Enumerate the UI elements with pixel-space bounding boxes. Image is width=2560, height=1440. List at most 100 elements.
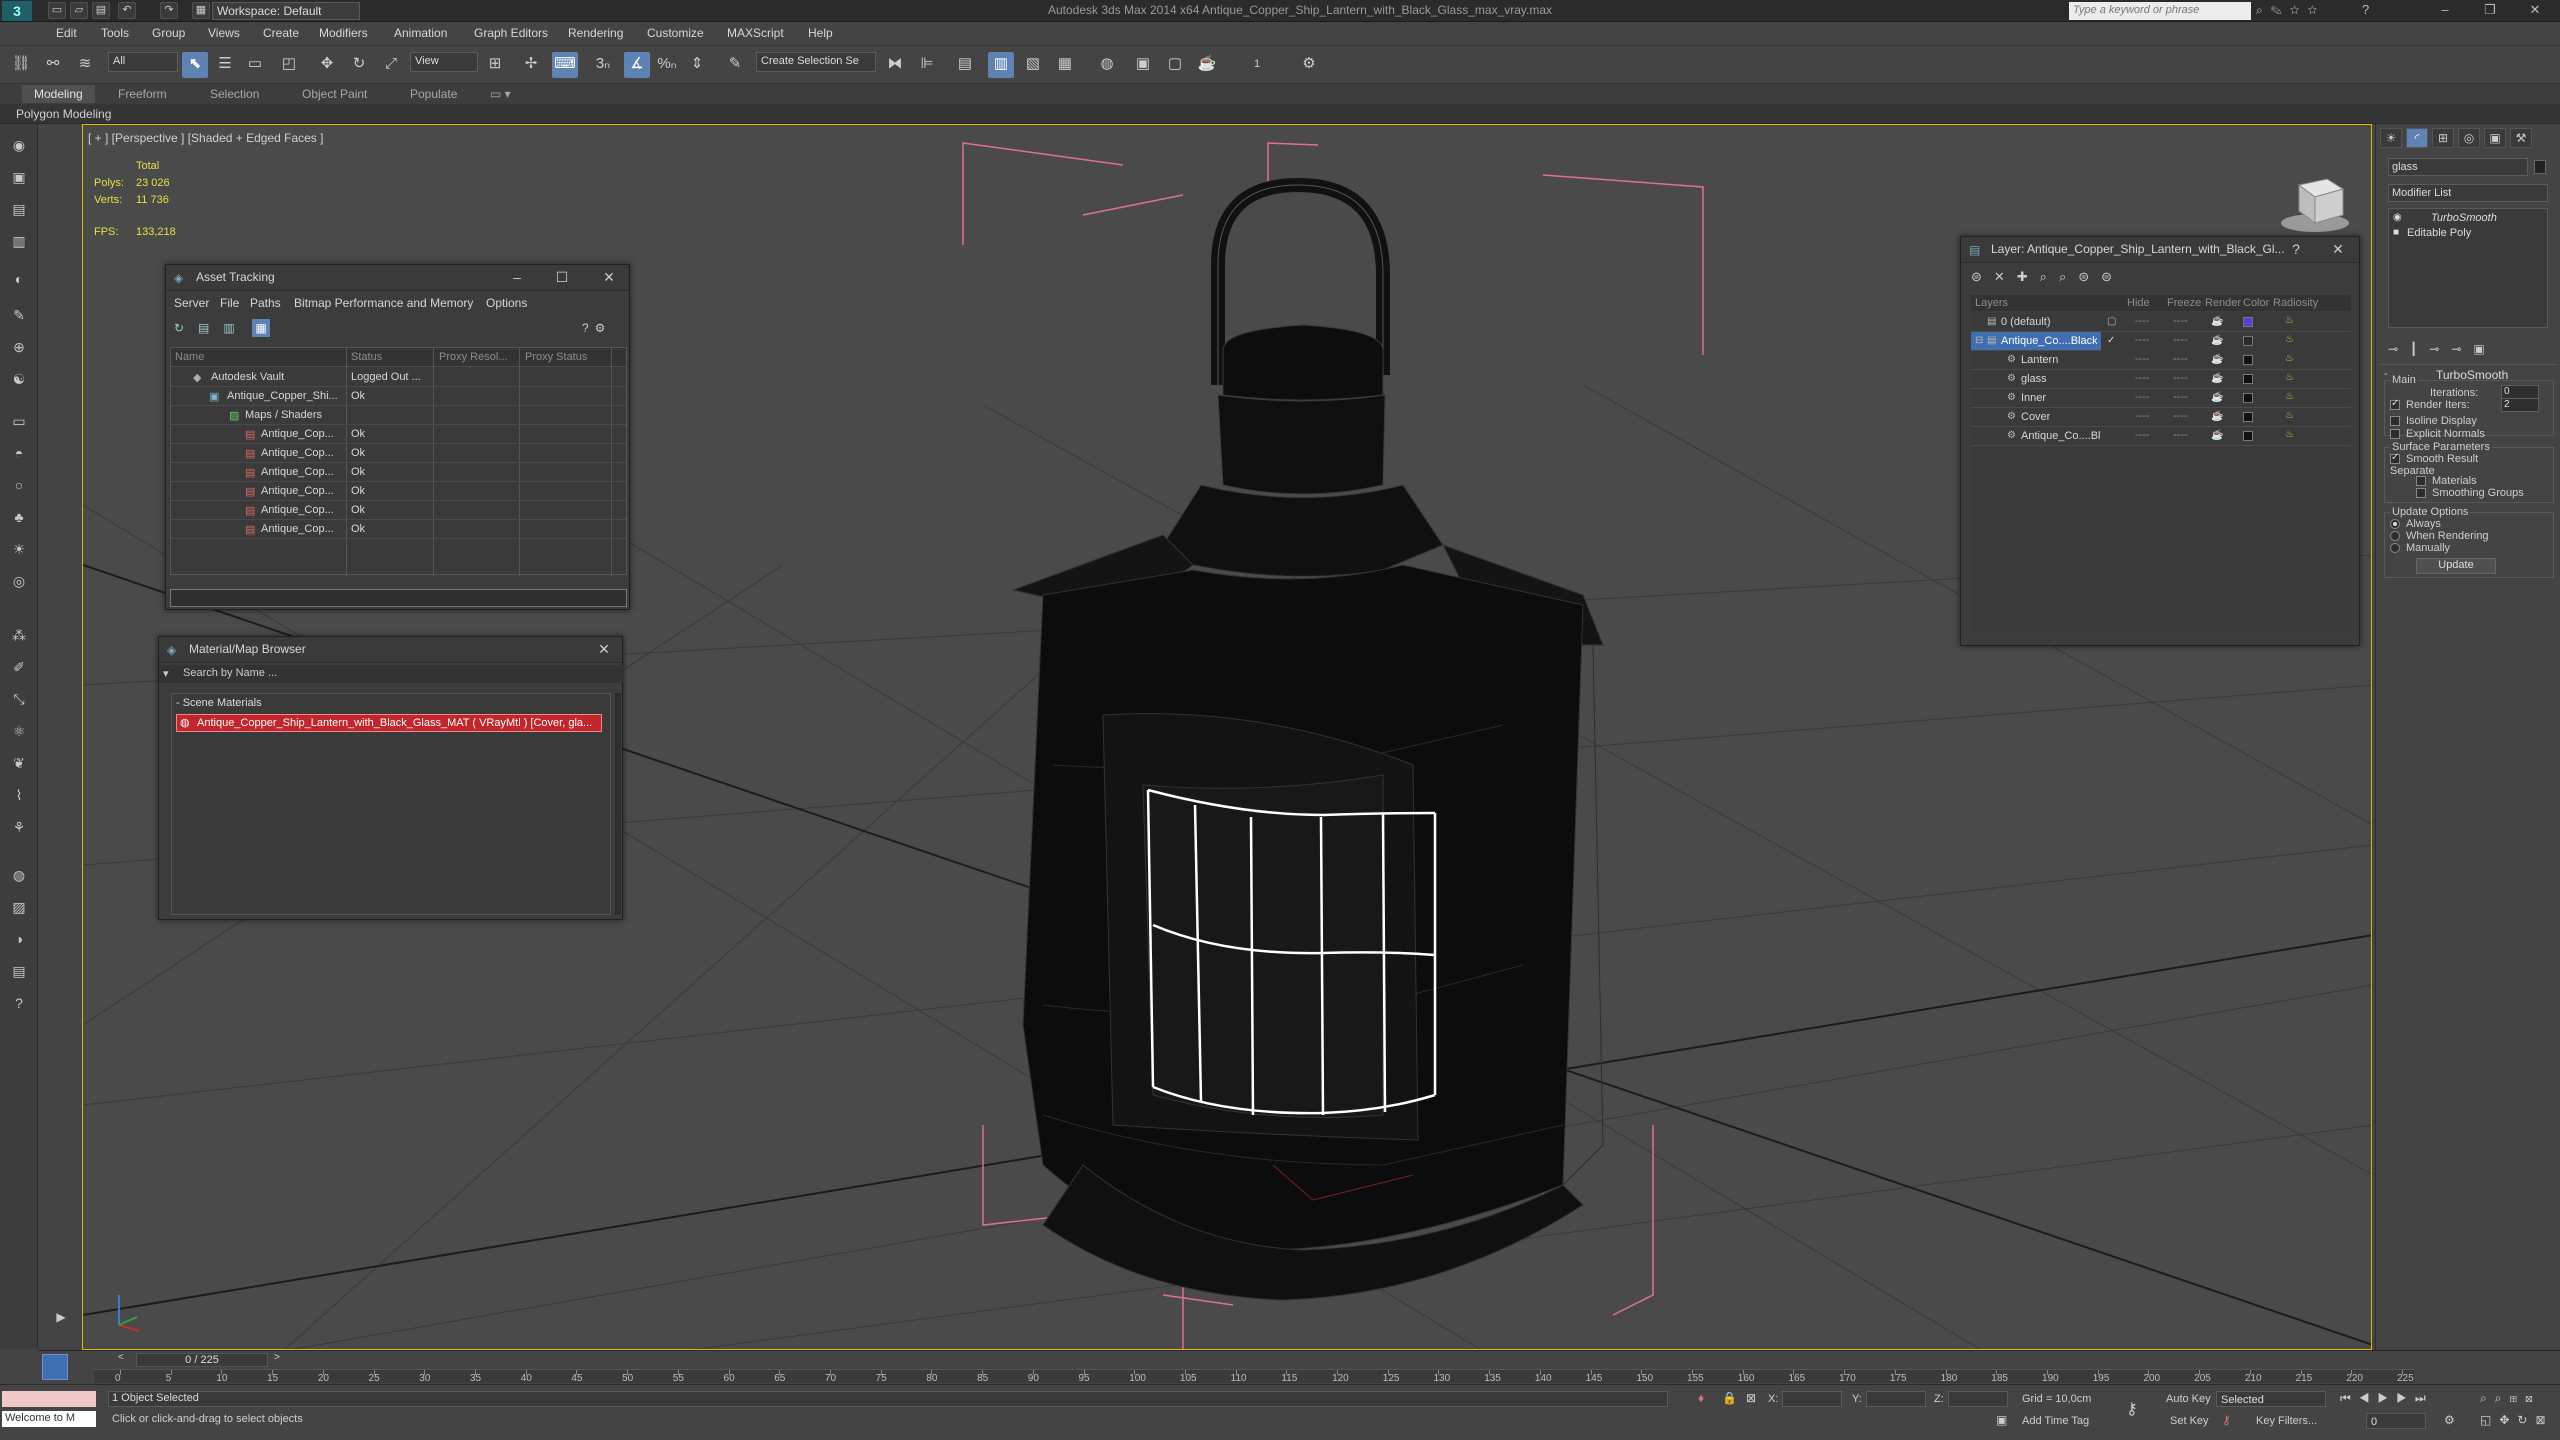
close-icon[interactable]: ✕: [2327, 241, 2349, 258]
isolate-icon[interactable]: ♦: [1698, 1391, 1704, 1405]
radiosity-icon[interactable]: ♨: [2285, 353, 2294, 364]
create-box-icon[interactable]: ▣: [7, 166, 31, 188]
col-hide[interactable]: Hide: [2127, 297, 2150, 309]
stack-item-editable-poly[interactable]: Editable Poly: [2407, 227, 2471, 239]
smooth-result-checkbox[interactable]: [2390, 452, 2400, 464]
select-manipulate-icon[interactable]: ✢: [518, 52, 544, 78]
vray-frame-buffer-icon[interactable]: ⚙: [1296, 52, 1322, 78]
col-freeze[interactable]: Freeze: [2167, 297, 2201, 309]
dropdown-arrow-icon[interactable]: ▾: [163, 667, 169, 680]
always-radio[interactable]: [2390, 519, 2400, 529]
radiosity-icon[interactable]: ♨: [2285, 372, 2294, 383]
help-icon[interactable]: ?: [2285, 241, 2307, 257]
object-name-field[interactable]: glass: [2388, 158, 2528, 176]
helper-icon[interactable]: ⊕: [7, 336, 31, 358]
angle-snap-icon[interactable]: ∡: [624, 52, 650, 78]
radiosity-icon[interactable]: ♨: [2285, 391, 2294, 402]
particles-icon[interactable]: ⁂: [7, 624, 31, 646]
radiosity-icon[interactable]: ♨: [2285, 334, 2294, 345]
selection-filter-dropdown[interactable]: All: [108, 52, 178, 72]
maxscript-listener[interactable]: Welcome to M: [2, 1411, 96, 1427]
graphite-ribbon-icon[interactable]: ▥: [988, 52, 1014, 78]
schematic-view-icon[interactable]: ▦: [1052, 52, 1078, 78]
time-config-icon[interactable]: ⚙: [2444, 1413, 2459, 1427]
scene-explorer-icon[interactable]: ◑: [7, 928, 31, 950]
select-object-icon[interactable]: ⬉: [182, 52, 208, 78]
viewport-label[interactable]: [ + ] [Perspective ] [Shaded + Edged Fac…: [88, 131, 323, 145]
menu-views[interactable]: Views: [208, 26, 240, 40]
render-teapot-icon[interactable]: ☕: [2211, 392, 2223, 403]
sun-icon[interactable]: ☀: [7, 538, 31, 560]
set-key-button[interactable]: Set Key: [2170, 1415, 2209, 1427]
radiosity-icon[interactable]: ♨: [2285, 410, 2294, 421]
material-search-input[interactable]: Search by Name ...: [183, 667, 277, 679]
hide-toggle[interactable]: ----: [2135, 429, 2150, 441]
slider-left-icon[interactable]: <: [118, 1352, 124, 1363]
viewport-nav-icons[interactable]: ⌕⌕⊞⊠: [2480, 1391, 2541, 1406]
stack-icon[interactable]: ▥: [7, 230, 31, 252]
viewport-nav-icons-2[interactable]: ◱✥↻⊠: [2480, 1413, 2554, 1427]
menu-help[interactable]: Help: [808, 26, 833, 40]
freeze-toggle[interactable]: ----: [2173, 315, 2188, 327]
select-by-name-icon[interactable]: ☰: [212, 52, 238, 78]
set-key-icon[interactable]: ⚷: [2222, 1413, 2231, 1427]
isoline-checkbox[interactable]: [2390, 416, 2400, 426]
track-bar[interactable]: 0 5 10 15 20 25 30 35 40 45 50 55 60 65 70 75 80 85 90 95 10…: [94, 1369, 2414, 1384]
auto-key-button[interactable]: Auto Key: [2166, 1393, 2211, 1405]
render-setup-icon[interactable]: ▣: [1130, 52, 1156, 78]
tab-selection[interactable]: Selection: [210, 87, 259, 101]
current-frame-field[interactable]: 0: [2366, 1413, 2426, 1429]
ref-coord-dropdown[interactable]: View: [410, 52, 478, 72]
scale-icon[interactable]: ⤢: [378, 52, 404, 78]
menu-animation[interactable]: Animation: [394, 26, 447, 40]
rollout-minus-icon[interactable]: -: [2384, 368, 2388, 380]
sphere-icon[interactable]: ○: [7, 474, 31, 496]
move-icon[interactable]: ✥: [314, 52, 340, 78]
layer-color-swatch[interactable]: [2243, 355, 2253, 365]
maxscript-listener-top[interactable]: [2, 1391, 96, 1407]
tab-freeform[interactable]: Freeform: [118, 87, 167, 101]
paint-icon[interactable]: ✐: [7, 656, 31, 678]
asset-help-icons[interactable]: ?⚙: [582, 321, 611, 335]
render-teapot-icon[interactable]: ☕: [2211, 354, 2223, 365]
curve-editor-icon[interactable]: ▧: [1020, 52, 1046, 78]
layer-color-swatch[interactable]: [2243, 336, 2253, 346]
stack-tools-icons[interactable]: ⊸┃⊸⊸▣: [2388, 342, 2497, 356]
key-mode-dropdown[interactable]: Selected: [2216, 1391, 2326, 1407]
bind-spacewarp-icon[interactable]: ≋: [72, 52, 98, 78]
undo-icon[interactable]: ↶: [118, 2, 136, 19]
hierarchy-tab-icon[interactable]: ⊞: [2432, 128, 2454, 148]
col-proxy-res[interactable]: Proxy Resol...: [439, 351, 507, 363]
absolute-mode-icon[interactable]: ⊠: [1746, 1391, 1756, 1405]
menu-graph-editors[interactable]: Graph Editors: [474, 26, 548, 40]
leaf-icon[interactable]: ❦: [7, 752, 31, 774]
lightbulb-icon[interactable]: ◉: [2393, 212, 2402, 223]
menu-tools[interactable]: Tools: [101, 26, 129, 40]
col-proxy-status[interactable]: Proxy Status: [525, 351, 587, 363]
render-teapot-icon[interactable]: ☕: [2211, 316, 2223, 327]
x-coord-field[interactable]: [1782, 1391, 1842, 1407]
when-rendering-radio[interactable]: [2390, 531, 2400, 541]
eye-icon[interactable]: ◉: [7, 134, 31, 156]
time-slider[interactable]: 0 / 225: [136, 1353, 268, 1367]
search-tools-icons[interactable]: ⌕✎☆☆: [2256, 3, 2325, 18]
expand-icon[interactable]: ⊟: [1975, 335, 1983, 346]
layer-icon[interactable]: ▤: [7, 198, 31, 220]
hide-toggle[interactable]: ----: [2135, 353, 2150, 365]
asset-toolbar-icons[interactable]: ↻▤▥: [174, 321, 249, 335]
play-mini-icon[interactable]: ▶: [50, 1310, 72, 1332]
keyboard-shortcut-override-icon[interactable]: ⌨: [552, 52, 578, 78]
spinner-snap-icon[interactable]: ⇕: [684, 52, 710, 78]
named-selection-set-dropdown[interactable]: Create Selection Se: [756, 52, 876, 72]
menu-modifiers[interactable]: Modifiers: [319, 26, 368, 40]
render-iters-checkbox[interactable]: [2390, 398, 2400, 410]
tab-modeling[interactable]: Modeling: [22, 85, 95, 103]
explicit-normals-checkbox[interactable]: [2390, 429, 2400, 439]
lock-selection-icon[interactable]: 🔒: [1722, 1391, 1737, 1405]
manually-radio[interactable]: [2390, 543, 2400, 553]
material-scrollbar[interactable]: [615, 693, 621, 915]
expand-icon[interactable]: ■: [2393, 227, 2399, 238]
box-primitive-icon[interactable]: ▭: [7, 410, 31, 432]
render-iters-spinner[interactable]: 2: [2501, 398, 2539, 412]
save-file-icon[interactable]: ▤: [92, 2, 110, 19]
